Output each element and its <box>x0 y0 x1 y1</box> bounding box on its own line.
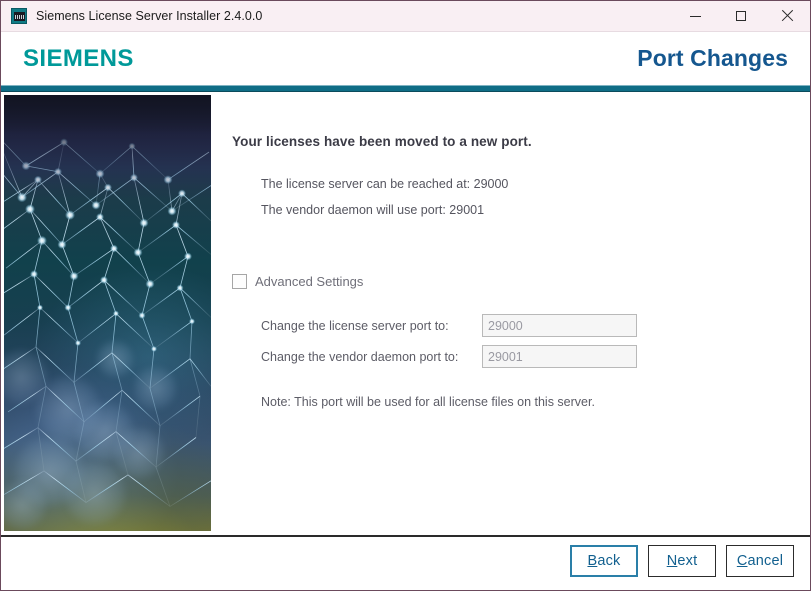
footer-bar: Back Next Cancel <box>1 537 810 584</box>
vendor-daemon-port-input[interactable]: 29001 <box>482 345 637 368</box>
back-button-mnemonic: B <box>587 552 598 569</box>
close-button[interactable] <box>764 1 810 32</box>
window-title: Siemens License Server Installer 2.4.0.0 <box>36 9 263 23</box>
advanced-settings-label: Advanced Settings <box>255 274 364 289</box>
cancel-button-label: ancel <box>747 552 784 569</box>
back-button-label: ack <box>597 552 621 569</box>
advanced-settings-checkbox[interactable] <box>232 274 247 289</box>
dialog-body: Your licenses have been moved to a new p… <box>1 92 810 535</box>
info-vendor-daemon: The vendor daemon will use port: 29001 <box>261 203 485 217</box>
artwork-top-shade <box>4 95 211 200</box>
cancel-button[interactable]: Cancel <box>726 544 794 577</box>
page-title: Port Changes <box>637 45 788 71</box>
installer-window: Siemens License Server Installer 2.4.0.0… <box>0 0 811 591</box>
minimize-button[interactable] <box>672 1 718 32</box>
header-divider <box>1 85 810 92</box>
license-server-port-row: Change the license server port to: 29000 <box>261 314 637 337</box>
vendor-daemon-port-row: Change the vendor daemon port to: 29001 <box>261 345 637 368</box>
info-license-server: The license server can be reached at: 29… <box>261 177 509 191</box>
minimize-icon <box>689 15 701 17</box>
note-text: Note: This port will be used for all lic… <box>261 395 595 409</box>
close-icon <box>781 10 793 22</box>
siemens-logo: SIEMENS <box>23 44 134 72</box>
license-server-port-input[interactable]: 29000 <box>482 314 637 337</box>
maximize-button[interactable] <box>718 1 764 32</box>
network-mesh-graphic <box>4 95 211 531</box>
license-server-port-label: Change the license server port to: <box>261 318 449 333</box>
next-button-mnemonic: N <box>666 552 678 569</box>
installer-icon <box>11 8 27 24</box>
brand-header: SIEMENS Port Changes <box>1 32 810 85</box>
back-button[interactable]: Back <box>570 544 638 577</box>
advanced-settings-row[interactable]: Advanced Settings <box>232 274 363 289</box>
next-button[interactable]: Next <box>648 544 716 577</box>
title-bar: Siemens License Server Installer 2.4.0.0 <box>1 1 810 32</box>
dialog-content: Your licenses have been moved to a new p… <box>211 92 810 535</box>
lead-message: Your licenses have been moved to a new p… <box>232 134 532 149</box>
maximize-icon <box>736 11 746 21</box>
window-controls <box>672 1 810 32</box>
cancel-button-mnemonic: C <box>736 552 748 569</box>
next-button-label: ext <box>677 552 698 569</box>
vendor-daemon-port-label: Change the vendor daemon port to: <box>261 349 459 364</box>
